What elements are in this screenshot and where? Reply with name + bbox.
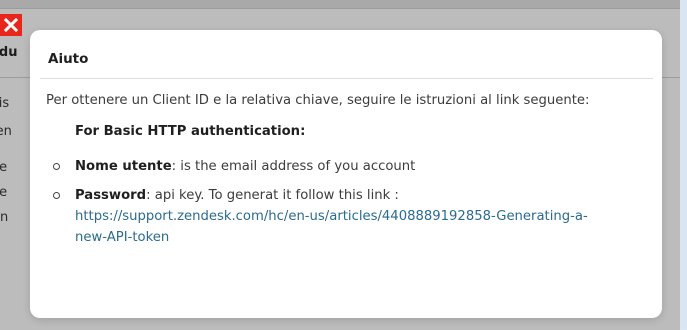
dialog-divider <box>40 78 653 79</box>
dialog-title: Aiuto <box>48 51 89 67</box>
item-text: : is the email address of you account <box>171 159 416 174</box>
dialog-body: Per ottenere un Client ID e la relativa … <box>46 90 646 256</box>
api-token-link[interactable]: https://support.zendesk.com/hc/en-us/art… <box>75 206 595 248</box>
close-button[interactable] <box>0 14 22 36</box>
credentials-list: Nome utente: is the email address of you… <box>46 156 646 248</box>
item-label: Password <box>75 188 147 203</box>
item-label: Nome utente <box>75 159 172 174</box>
intro-text: Per ottenere un Client ID e la relativa … <box>46 93 590 108</box>
auth-subheading: For Basic HTTP authentication: <box>75 124 306 139</box>
bullet-icon <box>53 192 60 199</box>
list-item: Password: api key. To generat it follow … <box>46 185 646 248</box>
bullet-icon <box>53 163 60 170</box>
list-item: Nome utente: is the email address of you… <box>46 156 646 177</box>
background-right-strip <box>680 0 687 329</box>
close-icon <box>4 18 18 32</box>
item-text: : api key. To generat it follow this lin… <box>146 188 399 203</box>
help-dialog: Aiuto Per ottenere un Client ID e la rel… <box>30 30 662 318</box>
